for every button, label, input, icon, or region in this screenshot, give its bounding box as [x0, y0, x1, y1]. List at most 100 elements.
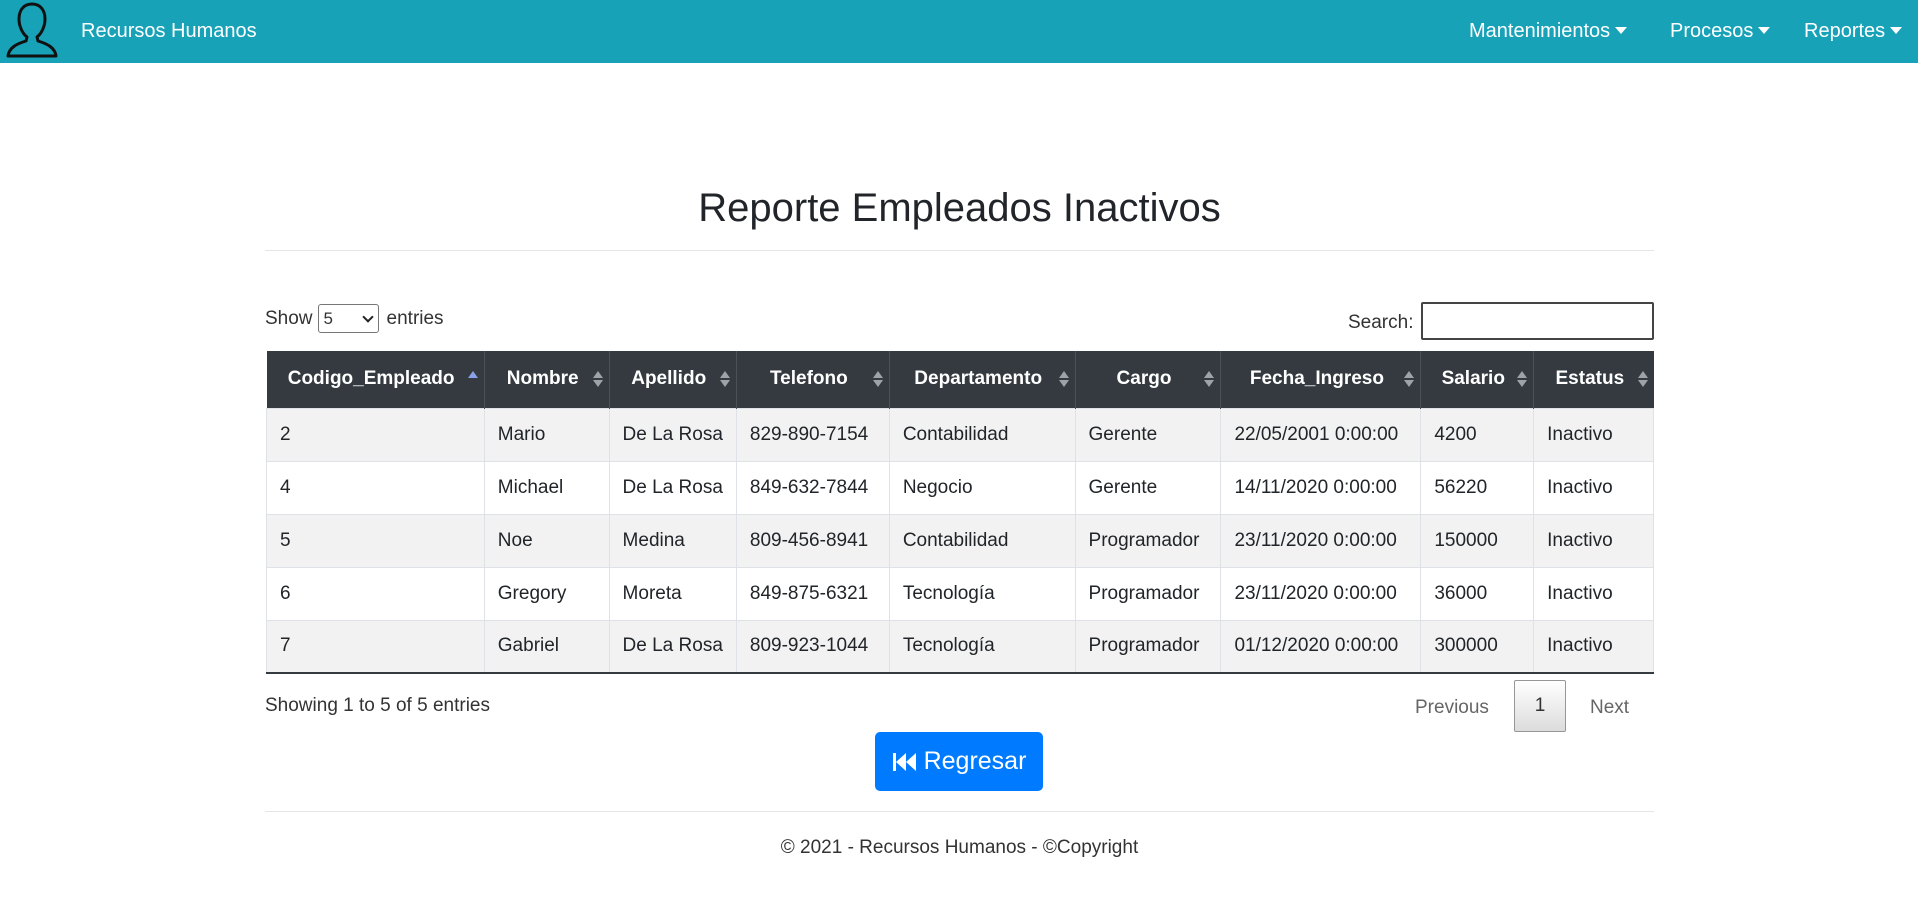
- cell-salario: 150000: [1420, 513, 1535, 568]
- pagination-previous[interactable]: Previous: [1415, 697, 1489, 719]
- column-header-label: Apellido: [631, 368, 707, 390]
- cell-salario: 4200: [1420, 407, 1535, 462]
- column-header-label: Cargo: [1116, 368, 1172, 390]
- cell-telefono: 849-632-7844: [735, 460, 890, 515]
- table-row: 6 Gregory Moreta 849-875-6321 Tecnología…: [266, 566, 1654, 621]
- cell-cargo: Gerente: [1074, 407, 1222, 462]
- column-header-cargo[interactable]: Cargo: [1074, 351, 1221, 408]
- cell-cargo: Programador: [1074, 566, 1222, 621]
- column-header-departamento[interactable]: Departamento: [888, 351, 1076, 408]
- regresar-button-label: Regresar: [923, 747, 1027, 775]
- show-label: Show: [265, 307, 313, 329]
- column-header-apellido[interactable]: Apellido: [608, 351, 737, 408]
- cell-apellido: De La Rosa: [608, 619, 737, 674]
- cell-departamento: Contabilidad: [888, 513, 1076, 568]
- cell-salario: 300000: [1420, 619, 1535, 674]
- column-header-nombre[interactable]: Nombre: [483, 351, 610, 408]
- table-row: 4 Michael De La Rosa 849-632-7844 Negoci…: [266, 460, 1654, 515]
- column-header-estatus[interactable]: Estatus: [1533, 351, 1654, 408]
- column-header-salario[interactable]: Salario: [1420, 351, 1534, 408]
- sort-asc-icon: [467, 371, 478, 387]
- cell-nombre: Mario: [483, 407, 610, 462]
- footer-copyright: © 2021 - Recursos Humanos - ©Copyright: [780, 837, 1139, 858]
- search-input[interactable]: [1421, 302, 1654, 340]
- cell-departamento: Tecnología: [888, 566, 1076, 621]
- sort-icon: [1404, 371, 1415, 388]
- sort-icon: [719, 371, 730, 388]
- column-header-codigo-empleado[interactable]: Codigo_Empleado: [267, 351, 485, 408]
- cell-fecha-ingreso: 23/11/2020 0:00:00: [1220, 513, 1422, 568]
- cell-fecha-ingreso: 01/12/2020 0:00:00: [1220, 619, 1422, 674]
- fast-backward-icon: [892, 751, 918, 773]
- entries-length-control: Show 5 entries: [265, 304, 444, 333]
- cell-apellido: De La Rosa: [608, 407, 737, 462]
- chevron-down-icon: [361, 310, 374, 323]
- cell-departamento: Negocio: [888, 460, 1076, 515]
- cell-telefono: 829-890-7154: [735, 407, 890, 462]
- pagination-page-1[interactable]: 1: [1514, 680, 1566, 732]
- table-header-row: Codigo_Empleado Nombre Apellido Telefono…: [266, 351, 1654, 408]
- sort-icon: [1204, 371, 1215, 388]
- table-row: 2 Mario De La Rosa 829-890-7154 Contabil…: [266, 407, 1654, 462]
- table-row: 7 Gabriel De La Rosa 809-923-1044 Tecnol…: [266, 619, 1654, 674]
- cell-estatus: Inactivo: [1533, 407, 1654, 462]
- top-navbar: Recursos Humanos Mantenimientos Procesos…: [0, 0, 1918, 63]
- cell-departamento: Contabilidad: [888, 407, 1076, 462]
- cell-cargo: Gerente: [1074, 460, 1222, 515]
- table-row: 5 Noe Medina 809-456-8941 Contabilidad P…: [266, 513, 1654, 568]
- cell-nombre: Noe: [483, 513, 610, 568]
- nav-menu-mantenimientos[interactable]: Mantenimientos: [1469, 20, 1628, 43]
- cell-estatus: Inactivo: [1533, 619, 1654, 674]
- sort-icon: [1517, 371, 1528, 388]
- cell-estatus: Inactivo: [1533, 566, 1654, 621]
- cell-telefono: 809-456-8941: [735, 513, 890, 568]
- cell-salario: 56220: [1420, 460, 1535, 515]
- caret-down-icon: [1615, 27, 1628, 35]
- regresar-button[interactable]: Regresar: [875, 732, 1043, 791]
- caret-down-icon: [1758, 27, 1771, 35]
- brand-name[interactable]: Recursos Humanos: [81, 20, 257, 43]
- cell-apellido: De La Rosa: [608, 460, 737, 515]
- cell-estatus: Inactivo: [1533, 460, 1654, 515]
- column-header-label: Telefono: [769, 368, 848, 390]
- footer-divider: [265, 811, 1654, 812]
- pagination-next[interactable]: Next: [1590, 697, 1629, 719]
- title-divider: [265, 250, 1654, 251]
- column-header-telefono[interactable]: Telefono: [735, 351, 890, 408]
- cell-telefono: 809-923-1044: [735, 619, 890, 674]
- column-header-fecha-ingreso[interactable]: Fecha_Ingreso: [1220, 351, 1421, 408]
- sort-icon: [1058, 371, 1069, 388]
- search-label: Search:: [1348, 312, 1414, 333]
- caret-down-icon: [1890, 27, 1903, 35]
- cell-salario: 36000: [1420, 566, 1535, 621]
- cell-codigo-empleado: 5: [266, 513, 485, 568]
- column-header-label: Nombre: [506, 368, 579, 390]
- column-header-label: Estatus: [1555, 368, 1625, 390]
- nav-menu-reportes[interactable]: Reportes: [1804, 20, 1903, 43]
- sort-icon: [872, 371, 883, 388]
- employees-table: Codigo_Empleado Nombre Apellido Telefono…: [266, 351, 1654, 674]
- cell-fecha-ingreso: 23/11/2020 0:00:00: [1220, 566, 1422, 621]
- nav-menu-label: Reportes: [1804, 20, 1886, 42]
- nav-menu-label: Mantenimientos: [1469, 20, 1611, 42]
- user-silhouette-icon[interactable]: [4, 1, 60, 59]
- entries-select[interactable]: 5: [317, 304, 379, 333]
- employees-table-container: Codigo_Empleado Nombre Apellido Telefono…: [266, 351, 1654, 674]
- table-info: Showing 1 to 5 of 5 entries: [265, 695, 490, 716]
- cell-codigo-empleado: 4: [266, 460, 485, 515]
- cell-estatus: Inactivo: [1533, 513, 1654, 568]
- column-header-label: Departamento: [914, 368, 1043, 390]
- cell-cargo: Programador: [1074, 619, 1222, 674]
- column-header-label: Codigo_Empleado: [287, 368, 455, 390]
- cell-cargo: Programador: [1074, 513, 1222, 568]
- cell-codigo-empleado: 6: [266, 566, 485, 621]
- sort-icon: [1637, 371, 1648, 388]
- sort-icon: [592, 371, 603, 388]
- cell-departamento: Tecnología: [888, 619, 1076, 674]
- column-header-label: Salario: [1441, 368, 1505, 390]
- nav-menu-procesos[interactable]: Procesos: [1670, 20, 1771, 43]
- cell-nombre: Gabriel: [483, 619, 610, 674]
- nav-menu-label: Procesos: [1670, 20, 1754, 42]
- cell-telefono: 849-875-6321: [735, 566, 890, 621]
- cell-fecha-ingreso: 22/05/2001 0:00:00: [1220, 407, 1422, 462]
